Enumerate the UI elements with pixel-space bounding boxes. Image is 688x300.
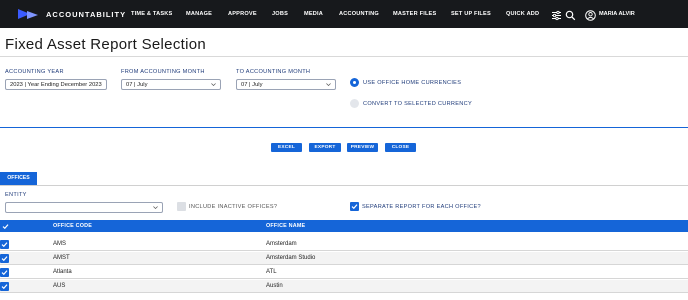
separate-report-label: SEPARATE REPORT FOR EACH OFFICE? [362,204,481,210]
radio-use-home-currencies[interactable] [350,78,359,87]
check-icon [1,256,8,262]
office-name: ATL [266,269,277,275]
from-month-label: FROM ACCOUNTING MONTH [121,69,205,75]
table-row[interactable]: AMS Amsterdam [0,238,688,251]
nav-time-tasks[interactable]: TIME & TASKS [131,11,172,17]
check-icon [1,270,8,276]
search-icon[interactable] [565,8,576,26]
from-month-select[interactable]: 07 | July [121,79,221,90]
nav-approve[interactable]: APPROVE [228,11,257,17]
office-name: Amsterdam Studio [266,255,316,261]
row-checkbox[interactable] [0,268,9,277]
accounting-year-value: 2023 | Year Ending December 2023 [10,82,102,88]
office-code: AMS [53,241,67,247]
check-icon [1,242,8,248]
office-name: Amsterdam [266,241,297,247]
tab-offices[interactable]: OFFICES [0,172,37,185]
row-checkbox[interactable] [0,254,9,263]
column-office-code[interactable]: OFFICE CODE [53,223,92,229]
check-icon [351,204,358,210]
chevron-down-icon [326,83,331,86]
column-office-name[interactable]: OFFICE NAME [266,223,305,229]
office-name: Austin [266,283,283,289]
user-name[interactable]: MARIA ALVIR [599,11,635,17]
logo-mark-icon [18,8,42,20]
entity-select[interactable] [5,202,163,213]
nav-quick-add[interactable]: QUICK ADD [506,11,539,17]
table-row[interactable]: Atlanta ATL [0,266,688,279]
office-code: AMST [53,255,70,261]
from-month-value: 07 | July [126,82,148,88]
check-icon [1,284,8,290]
select-all-check-icon[interactable] [2,223,9,230]
top-nav-bar: ACCOUNTABILITY TIME & TASKS MANAGE APPRO… [0,0,688,28]
table-row[interactable]: AUS Austin [0,280,688,293]
user-circle-icon[interactable] [585,8,596,26]
row-checkbox[interactable] [0,240,9,249]
app-logo[interactable]: ACCOUNTABILITY [18,8,130,20]
entity-label: ENTITY [5,192,27,198]
to-month-value: 07 | July [241,82,263,88]
logo-text: ACCOUNTABILITY [46,9,127,19]
export-button[interactable]: EXPORT [309,143,341,152]
to-month-select[interactable]: 07 | July [236,79,336,90]
office-code: AUS [53,283,66,289]
to-month-label: TO ACCOUNTING MONTH [236,69,311,75]
include-inactive-label: INCLUDE INACTIVE OFFICES? [189,204,278,210]
table-header: OFFICE CODE OFFICE NAME [0,220,688,232]
table-row[interactable]: AMST Amsterdam Studio [0,252,688,265]
nav-accounting[interactable]: ACCOUNTING [339,11,379,17]
accounting-year-label: ACCOUNTING YEAR [5,69,64,75]
nav-manage[interactable]: MANAGE [186,11,212,17]
radio-convert-currency[interactable] [350,99,359,108]
close-button[interactable]: CLOSE [385,143,416,152]
nav-jobs[interactable]: JOBS [272,11,288,17]
separate-report-checkbox[interactable] [350,202,359,211]
nav-set-up-files[interactable]: SET UP FILES [451,11,491,17]
sliders-icon[interactable] [551,8,562,26]
radio-use-home-currencies-label: USE OFFICE HOME CURRENCIES [363,80,462,86]
chevron-down-icon [153,206,158,209]
preview-button[interactable]: PREVIEW [347,143,378,152]
accounting-year-field[interactable]: 2023 | Year Ending December 2023 [5,79,107,90]
nav-media[interactable]: MEDIA [304,11,323,17]
nav-master-files[interactable]: MASTER FILES [393,11,436,17]
tab-divider [0,185,688,186]
office-code: Atlanta [53,269,72,275]
radio-convert-currency-label: CONVERT TO SELECTED CURRENCY [363,101,473,107]
section-divider [0,127,688,128]
excel-button[interactable]: EXCEL [271,143,302,152]
include-inactive-checkbox[interactable] [177,202,186,211]
title-divider [0,56,688,57]
row-checkbox[interactable] [0,282,9,291]
chevron-down-icon [211,83,216,86]
page-title: Fixed Asset Report Selection [5,36,206,53]
